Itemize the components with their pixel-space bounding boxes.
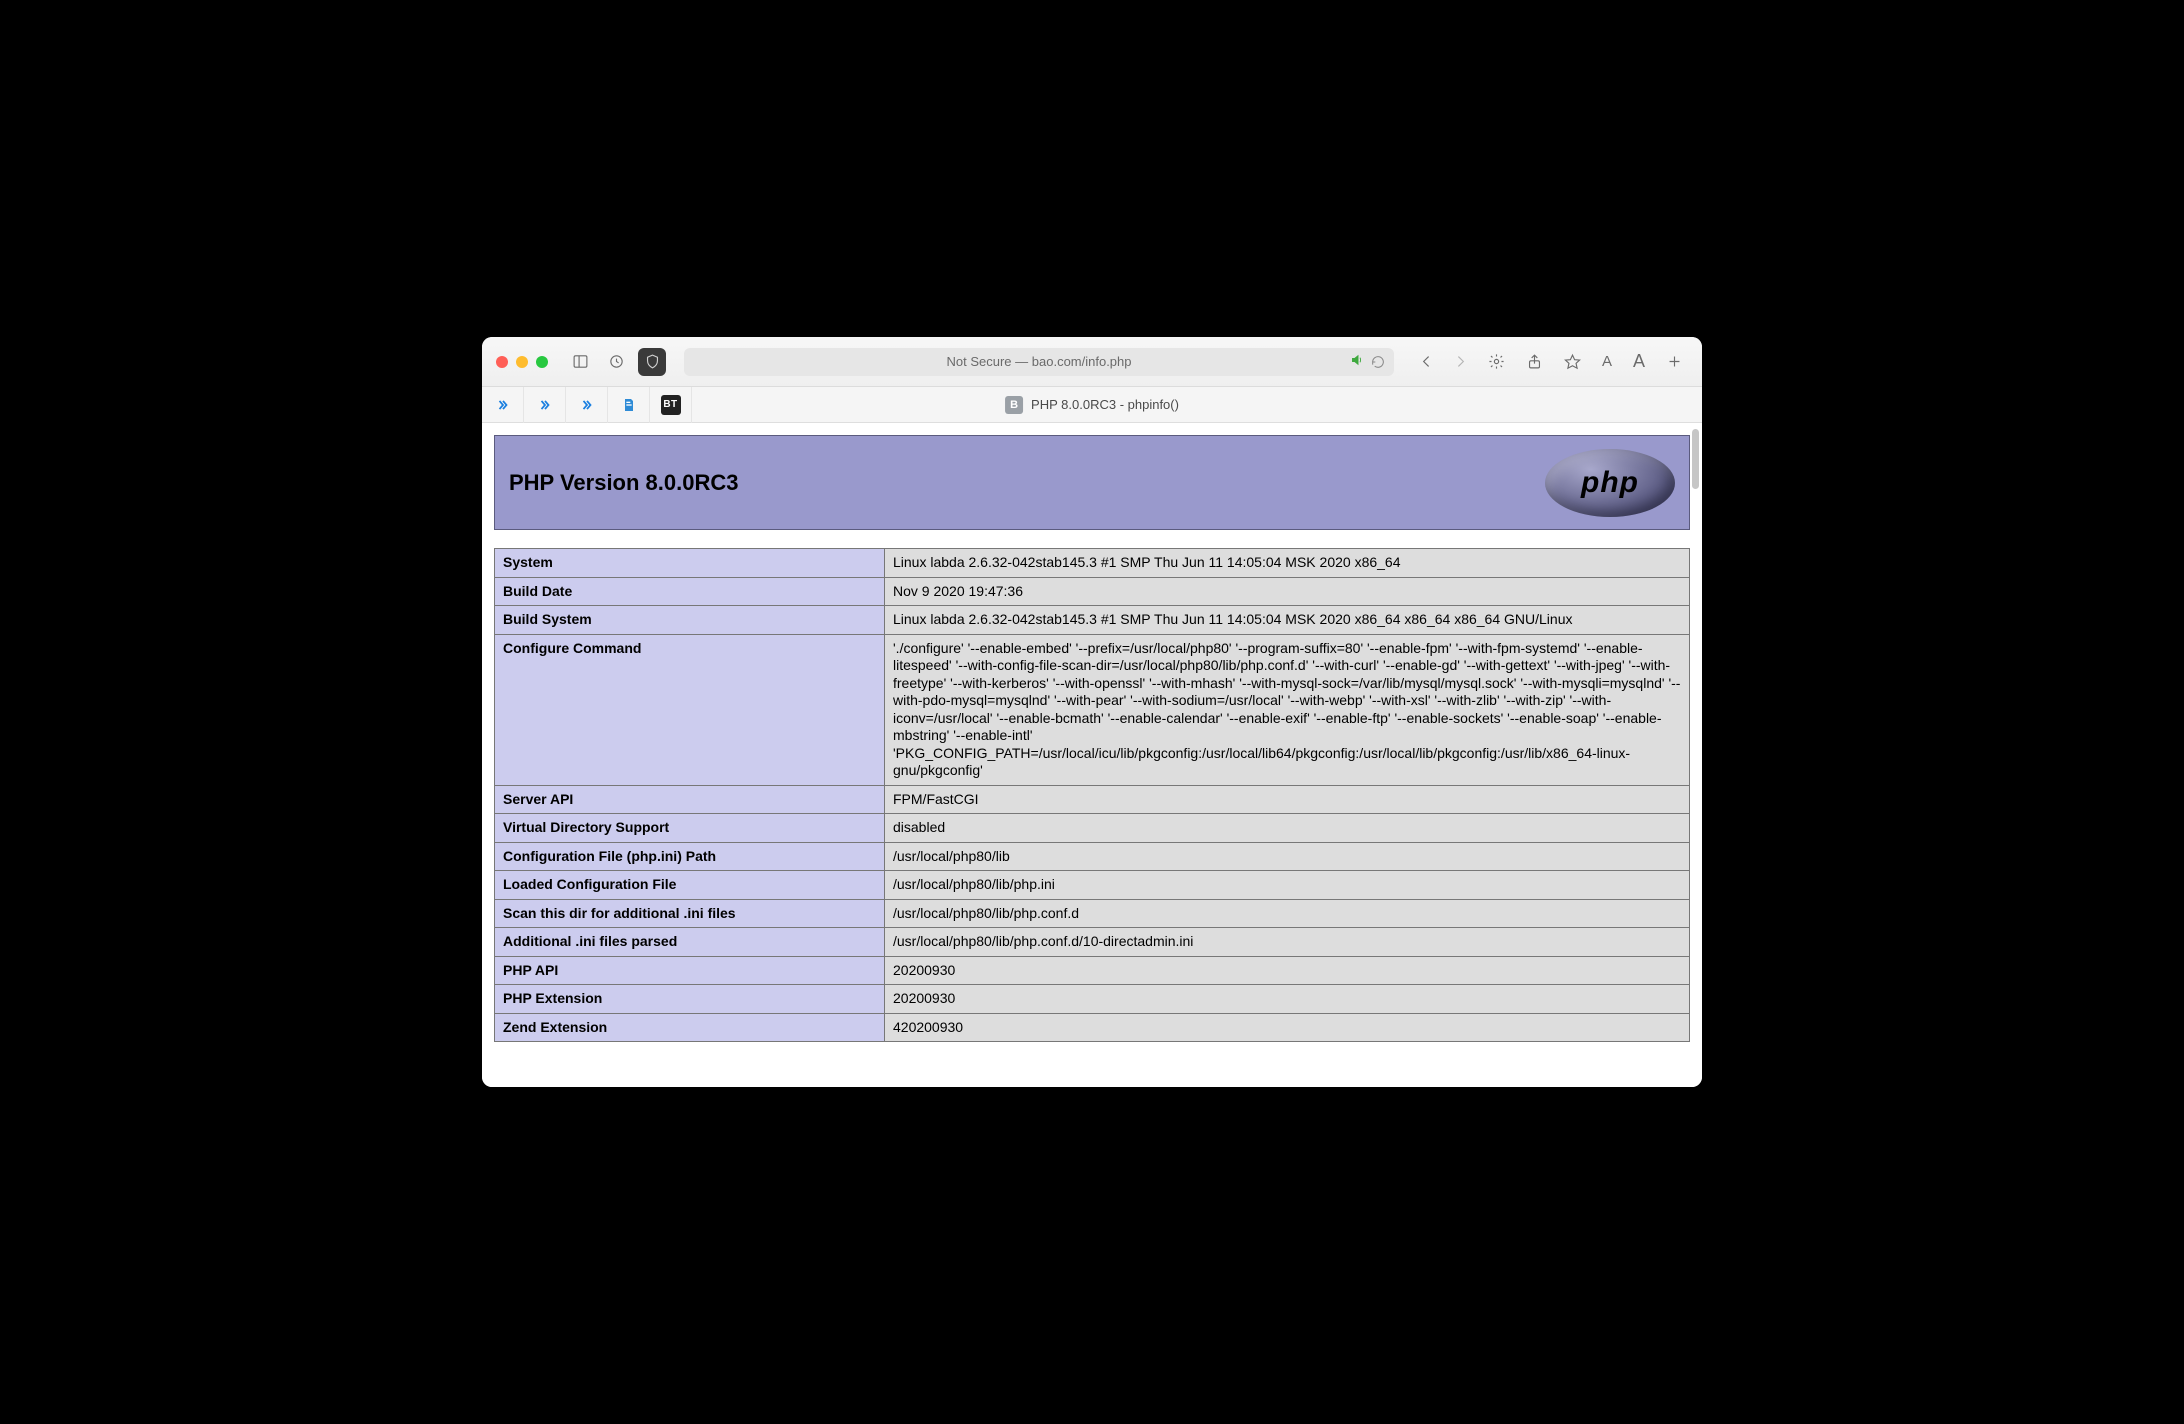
privacy-report-button[interactable] (638, 348, 666, 376)
reload-icon (1370, 354, 1386, 370)
favorites-bar: BT B PHP 8.0.0RC3 - phpinfo() (482, 387, 1702, 423)
window-controls (496, 356, 548, 368)
double-chevron-icon (538, 398, 552, 412)
browser-window: Not Secure — bao.com/info.php (482, 337, 1702, 1087)
table-row: Configuration File (php.ini) Path/usr/lo… (495, 842, 1690, 871)
phpinfo-key: Configuration File (php.ini) Path (495, 842, 885, 871)
table-row: Configure Command'./configure' '--enable… (495, 634, 1690, 785)
phpinfo-key: Build Date (495, 577, 885, 606)
phpinfo-value: Nov 9 2020 19:47:36 (885, 577, 1690, 606)
close-window-button[interactable] (496, 356, 508, 368)
history-button[interactable] (602, 348, 630, 376)
table-row: Server APIFPM/FastCGI (495, 785, 1690, 814)
gear-icon (1488, 353, 1505, 370)
php-version-title: PHP Version 8.0.0RC3 (509, 470, 739, 496)
navigation-buttons (1412, 348, 1474, 376)
table-row: Build DateNov 9 2020 19:47:36 (495, 577, 1690, 606)
phpinfo-value: 20200930 (885, 956, 1690, 985)
phpinfo-key: Additional .ini files parsed (495, 928, 885, 957)
phpinfo-key: Scan this dir for additional .ini files (495, 899, 885, 928)
phpinfo-key: Virtual Directory Support (495, 814, 885, 843)
clock-icon (608, 353, 625, 370)
share-button[interactable] (1520, 348, 1548, 376)
phpinfo-value: /usr/local/php80/lib/php.conf.d/10-direc… (885, 928, 1690, 957)
php-logo: php (1545, 449, 1675, 517)
address-bar[interactable]: Not Secure — bao.com/info.php (684, 348, 1394, 376)
browser-toolbar: Not Secure — bao.com/info.php (482, 337, 1702, 387)
page-viewport[interactable]: PHP Version 8.0.0RC3 php SystemLinux lab… (482, 423, 1702, 1087)
phpinfo-value: /usr/local/php80/lib/php.conf.d (885, 899, 1690, 928)
sidebar-toggle-button[interactable] (566, 348, 594, 376)
phpinfo-key: Build System (495, 606, 885, 635)
shield-icon (644, 353, 661, 370)
favorite-item-4[interactable] (608, 387, 650, 423)
favorite-item-2[interactable] (524, 387, 566, 423)
audio-indicator-icon[interactable] (1350, 353, 1364, 370)
star-icon (1564, 353, 1581, 370)
forward-button[interactable] (1446, 348, 1474, 376)
chevron-right-icon (1452, 353, 1469, 370)
phpinfo-value: FPM/FastCGI (885, 785, 1690, 814)
reload-button[interactable] (1370, 354, 1386, 370)
table-row: PHP Extension20200930 (495, 985, 1690, 1014)
sidebar-icon (572, 353, 589, 370)
favorite-item-5[interactable]: BT (650, 387, 692, 423)
maximize-window-button[interactable] (536, 356, 548, 368)
phpinfo-header: PHP Version 8.0.0RC3 php (494, 435, 1690, 530)
phpinfo-key: Configure Command (495, 634, 885, 785)
vertical-scrollbar[interactable] (1692, 429, 1699, 489)
phpinfo-value: /usr/local/php80/lib/php.ini (885, 871, 1690, 900)
spacer (494, 530, 1690, 548)
phpinfo-value: /usr/local/php80/lib (885, 842, 1690, 871)
back-button[interactable] (1412, 348, 1440, 376)
not-secure-label: Not Secure — (947, 354, 1032, 369)
table-row: Build SystemLinux labda 2.6.32-042stab14… (495, 606, 1690, 635)
double-chevron-icon (496, 398, 510, 412)
phpinfo-value: Linux labda 2.6.32-042stab145.3 #1 SMP T… (885, 549, 1690, 578)
phpinfo-value: './configure' '--enable-embed' '--prefix… (885, 634, 1690, 785)
phpinfo-key: Loaded Configuration File (495, 871, 885, 900)
phpinfo-key: Server API (495, 785, 885, 814)
minimize-window-button[interactable] (516, 356, 528, 368)
text-size-increase-button[interactable]: A (1628, 351, 1650, 372)
toolbar-right: A A (1482, 348, 1688, 376)
phpinfo-value: 420200930 (885, 1013, 1690, 1042)
double-chevron-icon (580, 398, 594, 412)
favorite-item-1[interactable] (482, 387, 524, 423)
text-size-decrease-button[interactable]: A (1596, 353, 1618, 370)
table-row: Loaded Configuration File/usr/local/php8… (495, 871, 1690, 900)
php-logo-text: php (1581, 466, 1639, 500)
table-row: Additional .ini files parsed/usr/local/p… (495, 928, 1690, 957)
active-tab[interactable]: B PHP 8.0.0RC3 - phpinfo() (1005, 396, 1179, 414)
phpinfo-value: disabled (885, 814, 1690, 843)
bt-badge-icon: BT (661, 395, 681, 415)
phpinfo-value: Linux labda 2.6.32-042stab145.3 #1 SMP T… (885, 606, 1690, 635)
phpinfo-table: SystemLinux labda 2.6.32-042stab145.3 #1… (494, 548, 1690, 1042)
table-row: Zend Extension420200930 (495, 1013, 1690, 1042)
new-tab-button[interactable] (1660, 348, 1688, 376)
chevron-left-icon (1418, 353, 1435, 370)
table-row: Virtual Directory Supportdisabled (495, 814, 1690, 843)
favicon-icon: B (1005, 396, 1023, 414)
bookmark-button[interactable] (1558, 348, 1586, 376)
address-host: bao.com/info.php (1032, 354, 1132, 369)
phpinfo-key: PHP Extension (495, 985, 885, 1014)
phpinfo-value: 20200930 (885, 985, 1690, 1014)
phpinfo-key: System (495, 549, 885, 578)
share-icon (1526, 353, 1543, 370)
table-row: SystemLinux labda 2.6.32-042stab145.3 #1… (495, 549, 1690, 578)
phpinfo-key: Zend Extension (495, 1013, 885, 1042)
preferences-button[interactable] (1482, 348, 1510, 376)
plus-icon (1666, 353, 1683, 370)
tab-title-text: PHP 8.0.0RC3 - phpinfo() (1031, 397, 1179, 412)
phpinfo-page: PHP Version 8.0.0RC3 php SystemLinux lab… (482, 423, 1702, 1054)
phpinfo-key: PHP API (495, 956, 885, 985)
table-row: Scan this dir for additional .ini files/… (495, 899, 1690, 928)
document-icon (621, 397, 637, 413)
favorite-item-3[interactable] (566, 387, 608, 423)
table-row: PHP API20200930 (495, 956, 1690, 985)
address-text: Not Secure — bao.com/info.php (947, 354, 1132, 369)
